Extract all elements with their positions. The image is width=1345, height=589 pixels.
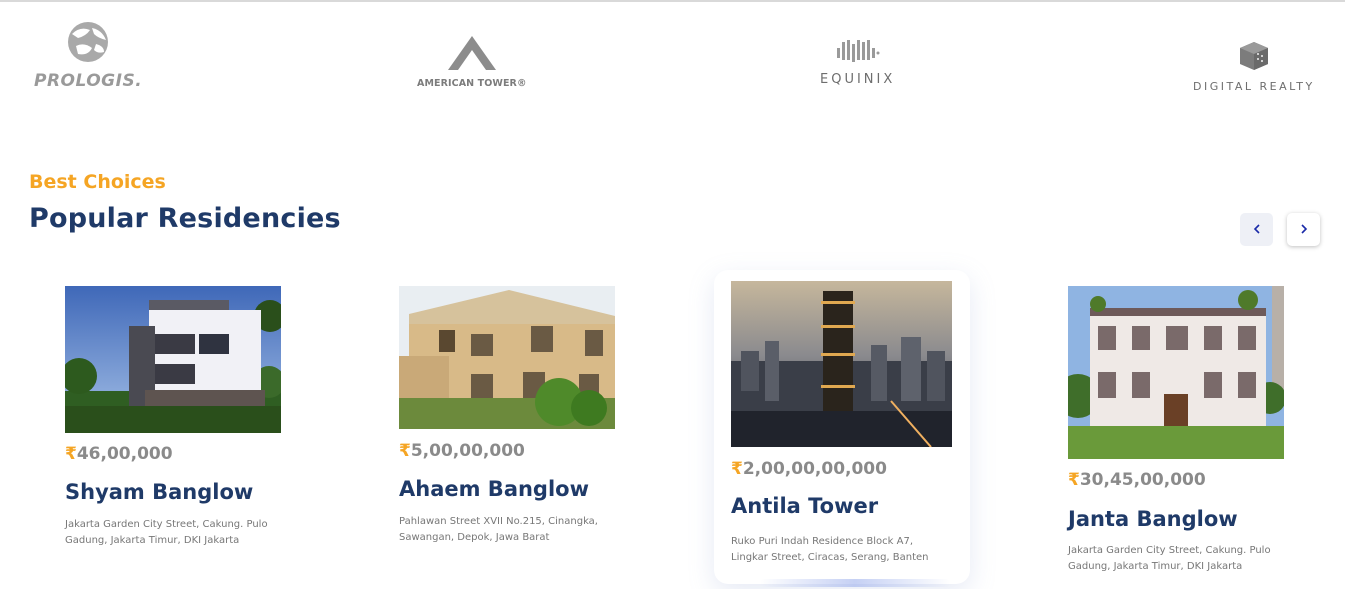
residency-address: Jakarta Garden City Street, Cakung. Pulo…: [65, 519, 268, 546]
card-hover-glow: [760, 579, 950, 587]
residency-name[interactable]: Ahaem Banglow: [399, 477, 589, 501]
residency-name[interactable]: Shyam Banglow: [65, 480, 253, 504]
price-value: 2,00,00,00,000: [742, 459, 887, 479]
residency-price: ₹5,00,00,000: [399, 441, 525, 461]
partner-logos: PROLOGIS. AMERICAN TOWER® EQUINIX DIGITA…: [0, 2, 1345, 122]
slider-next-button[interactable]: [1287, 213, 1320, 246]
residency-address: Ruko Puri Indah Residence Block A7, Ling…: [731, 536, 929, 563]
price-value: 46,00,000: [76, 444, 173, 464]
equinix-logo[interactable]: EQUINIX: [820, 38, 895, 87]
slider-prev-button[interactable]: [1240, 213, 1273, 246]
residency-photo[interactable]: [731, 281, 952, 447]
partner-name: DIGITAL REALTY: [1193, 80, 1315, 93]
residency-address: Jakarta Garden City Street, Cakung. Pulo…: [1068, 545, 1271, 572]
residency-photo[interactable]: [399, 286, 615, 429]
currency-symbol: ₹: [65, 444, 77, 464]
section-title: Popular Residencies: [29, 203, 341, 234]
residency-photo[interactable]: [1068, 286, 1284, 459]
prologis-logo[interactable]: PROLOGIS.: [34, 20, 142, 91]
chevron-left-icon: [1252, 220, 1262, 239]
american-tower-logo[interactable]: AMERICAN TOWER®: [417, 36, 527, 89]
partner-name: PROLOGIS.: [34, 71, 143, 91]
digital-realty-logo[interactable]: DIGITAL REALTY: [1193, 42, 1315, 93]
residency-price: ₹2,00,00,00,000: [731, 459, 887, 479]
residency-photo[interactable]: [65, 286, 281, 433]
price-value: 5,00,00,000: [410, 441, 525, 461]
price-value: 30,45,00,000: [1079, 470, 1206, 490]
globe-icon: [64, 20, 112, 68]
tower-icon: [446, 36, 498, 76]
equinix-mark-icon: [835, 38, 881, 68]
partner-name: AMERICAN TOWER®: [417, 78, 527, 89]
currency-symbol: ₹: [731, 459, 743, 479]
currency-symbol: ₹: [1068, 470, 1080, 490]
currency-symbol: ₹: [399, 441, 411, 461]
residency-price: ₹30,45,00,000: [1068, 470, 1206, 490]
residency-address: Pahlawan Street XVII No.215, Cinangka, S…: [399, 516, 598, 543]
chevron-right-icon: [1299, 220, 1309, 239]
residency-price: ₹46,00,000: [65, 444, 173, 464]
residency-name[interactable]: Janta Banglow: [1068, 507, 1238, 531]
cube-icon: [1239, 42, 1269, 74]
residency-name[interactable]: Antila Tower: [731, 494, 878, 518]
section-eyebrow: Best Choices: [29, 171, 166, 193]
partner-name: EQUINIX: [820, 72, 896, 87]
